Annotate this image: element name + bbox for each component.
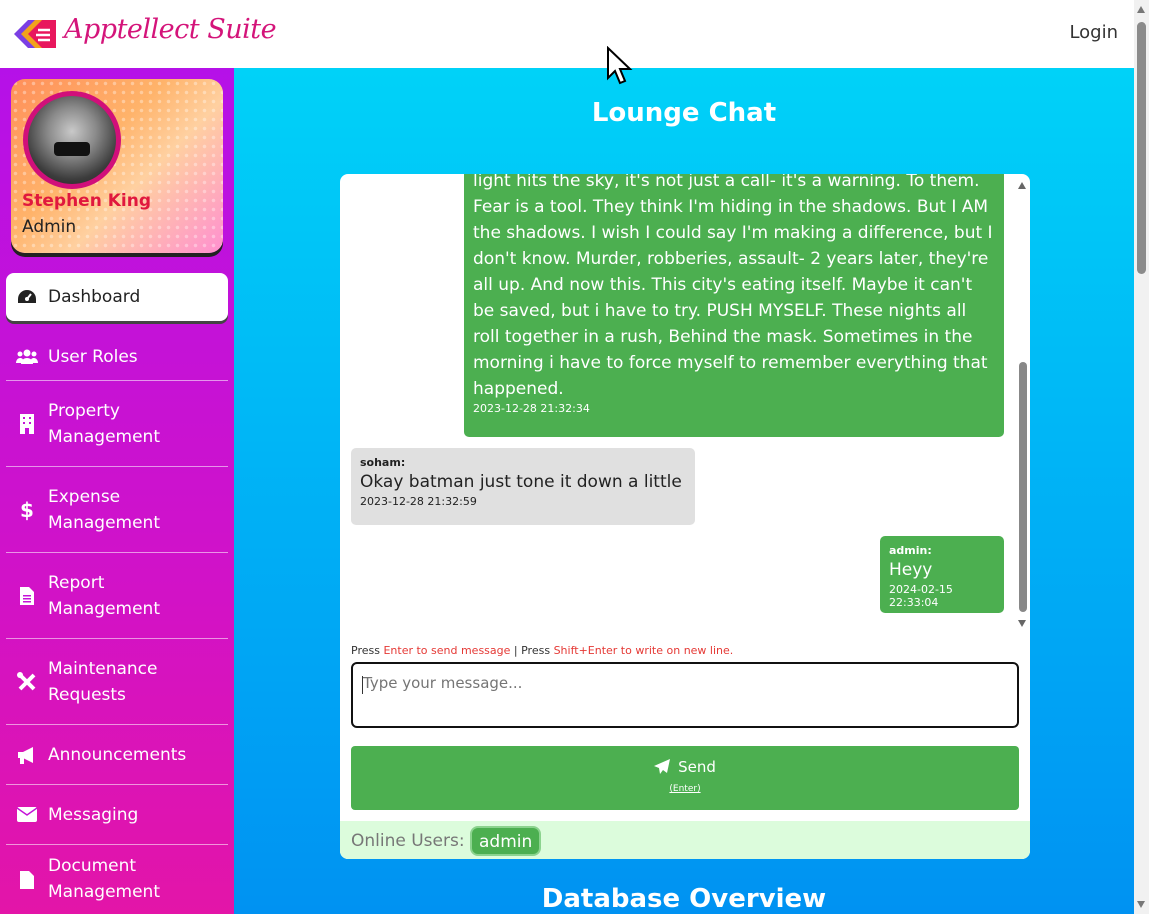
dollar-icon: $ bbox=[20, 497, 34, 522]
users-icon bbox=[16, 346, 38, 368]
sidebar-item-dashboard[interactable]: Dashboard bbox=[6, 273, 228, 321]
sidebar-nav: Dashboard User Roles Property Management… bbox=[6, 273, 228, 914]
profile-role: Admin bbox=[22, 217, 77, 237]
mouse-pointer-icon bbox=[607, 46, 633, 85]
sidebar-item-label: User Roles bbox=[48, 346, 138, 367]
sidebar-item-announcements[interactable]: Announcements bbox=[6, 725, 228, 785]
online-user-chip[interactable]: admin bbox=[470, 826, 542, 856]
scroll-up-icon[interactable] bbox=[1018, 182, 1026, 189]
sidebar-item-report-management[interactable]: Report Management bbox=[6, 553, 228, 639]
sidebar-item-messaging[interactable]: Messaging bbox=[6, 785, 228, 845]
profile-name: Stephen King bbox=[22, 191, 151, 211]
main-content: Lounge Chat light hits the sky, it's not… bbox=[234, 68, 1134, 914]
message-time: 2023-12-28 21:32:59 bbox=[360, 495, 477, 508]
sidebar-item-label: Announcements bbox=[48, 744, 187, 765]
scroll-thumb[interactable] bbox=[1019, 362, 1027, 612]
message-bubble-other: soham: Okay batman just tone it down a l… bbox=[351, 448, 695, 525]
message-bubble-self: admin: Heyy 2024-02-15 22:33:04 bbox=[880, 536, 1004, 613]
chat-card: light hits the sky, it's not just a call… bbox=[340, 174, 1030, 859]
sidebar-item-label: Document Management bbox=[48, 856, 160, 902]
scroll-thumb[interactable] bbox=[1137, 22, 1146, 274]
send-label: Send bbox=[678, 758, 716, 776]
document-icon bbox=[16, 869, 38, 891]
online-users-label: Online Users: bbox=[351, 831, 465, 851]
paper-plane-icon bbox=[654, 759, 671, 774]
avatar bbox=[23, 91, 121, 189]
building-icon bbox=[16, 413, 38, 435]
send-button[interactable]: Send (Enter) bbox=[351, 746, 1019, 810]
sidebar: Stephen King Admin Dashboard User Roles … bbox=[0, 68, 234, 914]
file-icon bbox=[16, 585, 38, 607]
envelope-icon bbox=[16, 804, 38, 826]
sidebar-item-label: Maintenance Requests bbox=[48, 658, 158, 705]
sidebar-item-label: Report Management bbox=[48, 572, 160, 619]
sidebar-item-property-management[interactable]: Property Management bbox=[6, 381, 228, 467]
top-bar: Apptellect Suite Login bbox=[0, 0, 1134, 68]
sidebar-item-document-management[interactable]: Document Management bbox=[6, 845, 228, 914]
sidebar-item-label: Expense Management bbox=[48, 486, 160, 533]
message-scrollbar[interactable] bbox=[1016, 174, 1030, 634]
message-time: 2023-12-28 21:32:34 bbox=[473, 402, 590, 415]
megaphone-icon bbox=[16, 744, 38, 766]
tools-icon bbox=[16, 671, 38, 693]
brand-name: Apptellect Suite bbox=[64, 14, 277, 45]
dashboard-icon bbox=[16, 286, 38, 308]
section-title: Database Overview bbox=[541, 884, 827, 914]
sidebar-item-expense-management[interactable]: $ Expense Management bbox=[6, 467, 228, 553]
message-sender: admin: bbox=[889, 544, 932, 557]
page-title: Lounge Chat bbox=[591, 98, 777, 128]
scroll-up-icon[interactable] bbox=[1137, 6, 1145, 13]
apptellect-logo-icon bbox=[14, 20, 56, 48]
sidebar-item-label: Dashboard bbox=[48, 287, 141, 307]
profile-card: Stephen King Admin bbox=[11, 79, 223, 253]
message-text: Okay batman just tone it down a little bbox=[360, 472, 682, 492]
scroll-down-icon[interactable] bbox=[1018, 620, 1026, 627]
online-users-bar: Online Users: admin bbox=[340, 821, 1030, 859]
message-bubble-self: light hits the sky, it's not just a call… bbox=[464, 174, 1004, 437]
login-link[interactable]: Login bbox=[1069, 22, 1118, 43]
message-list[interactable]: light hits the sky, it's not just a call… bbox=[340, 174, 1030, 634]
sidebar-item-maintenance-requests[interactable]: Maintenance Requests bbox=[6, 639, 228, 725]
text-caret bbox=[362, 676, 363, 694]
message-input[interactable] bbox=[351, 662, 1019, 728]
message-text: light hits the sky, it's not just a call… bbox=[473, 174, 993, 399]
message-sender: soham: bbox=[360, 456, 406, 469]
send-shortcut: (Enter) bbox=[669, 784, 701, 794]
scroll-down-icon[interactable] bbox=[1137, 901, 1145, 908]
page-scrollbar[interactable] bbox=[1134, 0, 1149, 914]
sidebar-item-label: Property Management bbox=[48, 400, 160, 447]
keyboard-hint: Press Enter to send message | Press Shif… bbox=[351, 644, 734, 657]
sidebar-item-label: Messaging bbox=[48, 804, 139, 825]
message-text: Heyy bbox=[889, 560, 933, 580]
sidebar-item-user-roles[interactable]: User Roles bbox=[6, 333, 228, 381]
message-time: 2024-02-15 22:33:04 bbox=[889, 583, 953, 609]
